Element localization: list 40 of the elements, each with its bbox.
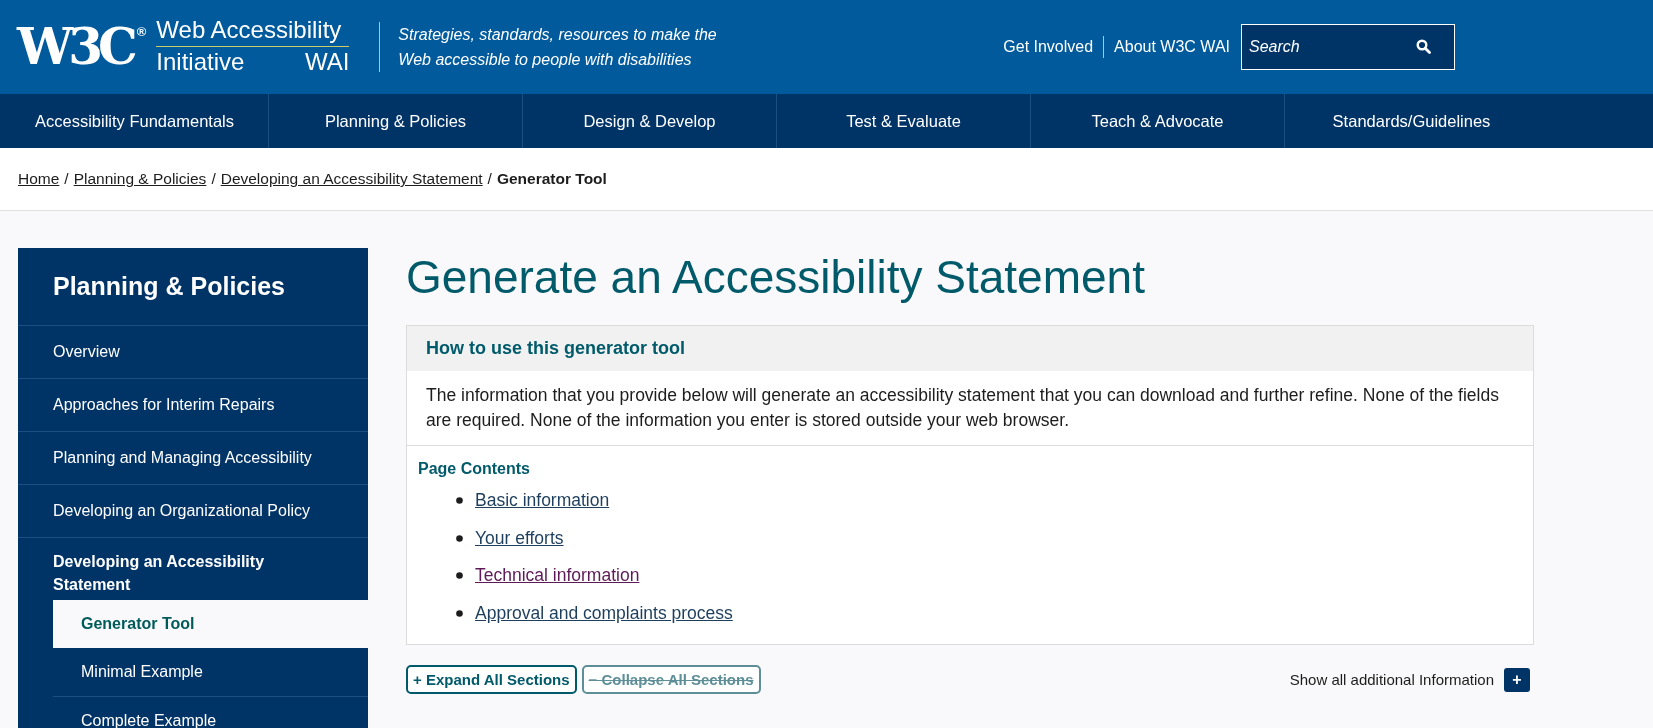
header-link[interactable]: Get Involved xyxy=(1003,38,1094,56)
page-contents-link[interactable]: Approval and complaints process xyxy=(475,602,733,624)
w3c-logo[interactable]: W3C$^{®}$ xyxy=(17,22,147,72)
sidebar-subitem[interactable]: Generator Tool xyxy=(53,600,368,648)
breadcrumb-separator: / xyxy=(64,170,69,188)
breadcrumb-link[interactable]: Home xyxy=(18,170,60,188)
search-icon[interactable] xyxy=(1416,39,1431,54)
bullet-icon xyxy=(456,609,463,617)
breadcrumb-link[interactable]: Planning & Policies xyxy=(73,170,207,188)
breadcrumb-separator: / xyxy=(211,170,216,188)
additional-info-label: Show all additional Information xyxy=(1289,671,1494,689)
sidebar-item[interactable]: Developing an Organizational Policy xyxy=(18,485,368,538)
site-abbreviation: WAI xyxy=(304,46,350,77)
tagline: Strategies, standards, resources to make the Web accessible to people with disabilities xyxy=(379,22,719,72)
nav-tab[interactable]: Standards/Guidelines xyxy=(1285,94,1538,148)
site-name[interactable]: Web Accessibility xyxy=(156,17,350,47)
sidebar-item[interactable]: Approaches for Interim Repairs xyxy=(18,379,368,432)
breadcrumb-link[interactable]: Developing an Accessibility Statement xyxy=(220,170,483,188)
sidebar-subitem[interactable]: Minimal Example xyxy=(53,648,368,697)
breadcrumb-separator: / xyxy=(487,170,492,188)
sidebar-title: Planning & Policies xyxy=(18,248,368,326)
bullet-icon xyxy=(456,534,463,542)
page-title: Generate an Accessibility Statement xyxy=(406,250,1146,305)
sidebar-item[interactable]: Planning and Managing Accessibility xyxy=(18,432,368,485)
show-additional-button[interactable]: + xyxy=(1504,667,1530,692)
section-toggle-button[interactable]: + Expand All Sections xyxy=(406,665,577,695)
page-contents-link[interactable]: Basic information xyxy=(475,490,610,512)
breadcrumb-current: Generator Tool xyxy=(496,170,607,188)
page-contents-link[interactable]: Technical information xyxy=(475,565,640,587)
search-field[interactable]: Search xyxy=(1241,24,1455,70)
header-link[interactable]: About W3C WAI xyxy=(1114,38,1230,56)
page-contents-title: Page Contents xyxy=(418,460,531,479)
sidebar-item[interactable]: Overview xyxy=(18,326,368,379)
info-text: The information that you provide below will generate an accessibility statement that you can download and further refine. None of the fields are required. None of the information you enter is stored outside your web browser. xyxy=(407,371,1533,447)
page-contents-link[interactable]: Your efforts xyxy=(475,527,564,549)
sidebar-item[interactable]: Developing an Accessibility Statement xyxy=(18,538,368,596)
site-name[interactable]: Initiative xyxy=(156,46,245,77)
bullet-icon xyxy=(456,497,463,505)
bullet-icon xyxy=(456,572,463,580)
info-box-title: How to use this generator tool xyxy=(407,326,1533,372)
